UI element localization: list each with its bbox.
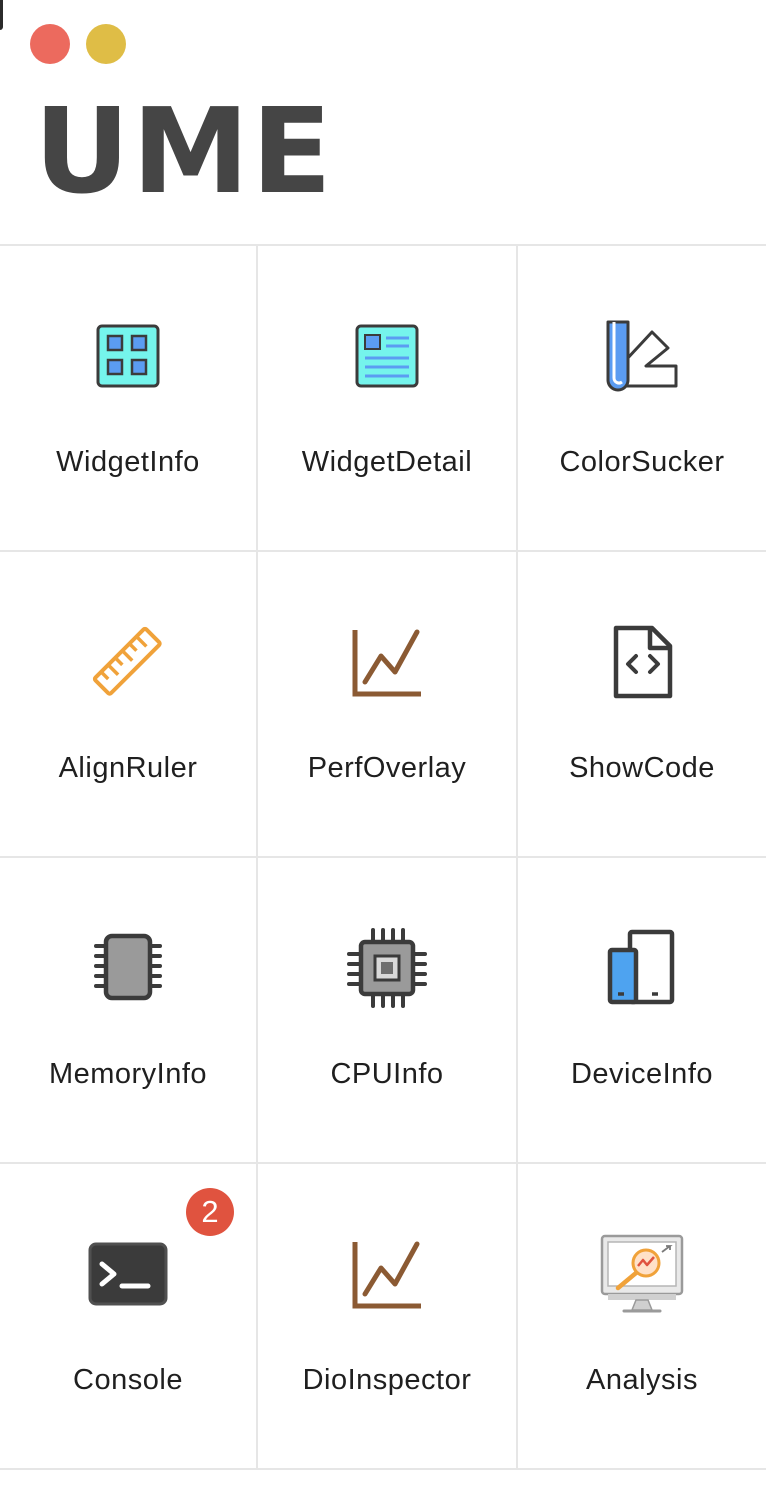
app-title: UME: [34, 82, 334, 220]
plugin-tile-showcode[interactable]: ShowCode: [518, 552, 766, 858]
color-swatch-icon: [600, 314, 684, 398]
plugin-tile-widgetinfo[interactable]: WidgetInfo: [0, 246, 258, 552]
plugin-label: ColorSucker: [559, 446, 725, 478]
plugin-tile-widgetdetail[interactable]: WidgetDetail: [258, 246, 518, 552]
plugin-label: DeviceInfo: [570, 1058, 713, 1090]
plugin-tile-cpuinfo[interactable]: CPUInfo: [258, 858, 518, 1164]
ruler-icon: [86, 620, 170, 704]
line-chart-icon: [345, 620, 429, 704]
minimize-button[interactable]: [86, 24, 126, 64]
plugin-label: PerfOverlay: [307, 752, 467, 784]
plugin-label: WidgetInfo: [56, 446, 200, 478]
plugin-label: WidgetDetail: [301, 446, 473, 478]
close-button[interactable]: [30, 24, 70, 64]
plugin-label: MemoryInfo: [48, 1058, 208, 1090]
widget-grid-icon: [86, 314, 170, 398]
analysis-monitor-icon: [600, 1232, 684, 1316]
plugin-label: AlignRuler: [58, 752, 198, 784]
cpu-icon: [345, 926, 429, 1010]
window-corner-mark: [0, 0, 3, 30]
window-controls: [30, 24, 126, 64]
notification-badge: 2: [186, 1188, 234, 1236]
plugin-tile-analysis[interactable]: Analysis: [518, 1164, 766, 1470]
plugin-tile-perfoverlay[interactable]: PerfOverlay: [258, 552, 518, 858]
plugin-tile-colorsucker[interactable]: ColorSucker: [518, 246, 766, 552]
plugin-tile-alignruler[interactable]: AlignRuler: [0, 552, 258, 858]
code-file-icon: [600, 620, 684, 704]
terminal-icon: [86, 1232, 170, 1316]
plugin-label: ShowCode: [569, 752, 715, 784]
memory-chip-icon: [86, 926, 170, 1010]
devices-icon: [600, 926, 684, 1010]
widget-detail-icon: [345, 314, 429, 398]
plugin-tile-console[interactable]: 2 Console: [0, 1164, 258, 1470]
line-chart-icon: [345, 1232, 429, 1316]
plugin-label: Analysis: [586, 1364, 698, 1396]
plugin-tile-dioinspector[interactable]: DioInspector: [258, 1164, 518, 1470]
plugin-tile-deviceinfo[interactable]: DeviceInfo: [518, 858, 766, 1164]
plugin-label: DioInspector: [302, 1364, 472, 1396]
plugin-tile-memoryinfo[interactable]: MemoryInfo: [0, 858, 258, 1164]
plugin-grid: WidgetInfo WidgetDetail ColorSucker Alig…: [0, 244, 766, 1470]
plugin-label: CPUInfo: [330, 1058, 444, 1090]
plugin-label: Console: [73, 1364, 183, 1396]
